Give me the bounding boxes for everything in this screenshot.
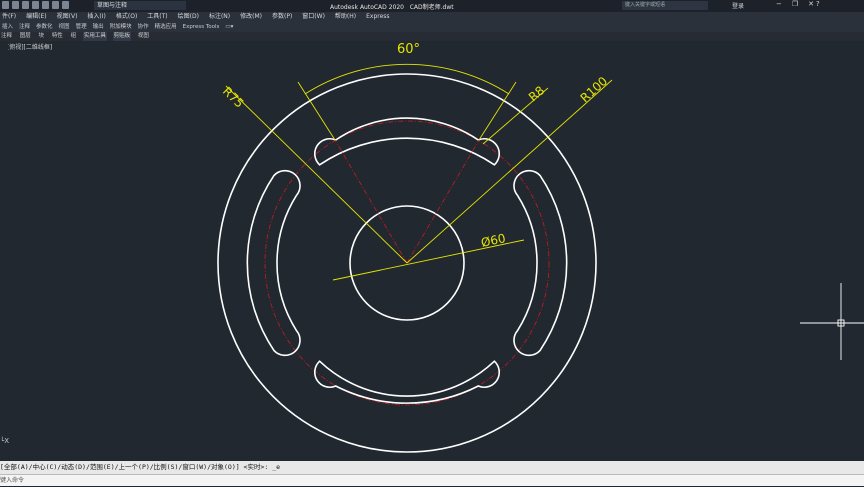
command-input[interactable]: 键入命令 [0,474,864,486]
menu-edit[interactable]: 编辑(E) [26,12,46,22]
undo-icon[interactable] [52,1,59,9]
dimension-r100-line[interactable] [406,79,613,264]
panel-layers[interactable]: 图层 [19,32,32,41]
print-icon[interactable] [42,1,49,9]
slot-bottom [313,360,501,404]
login-button[interactable]: 登录 [732,1,744,10]
help-button[interactable]: ? [816,0,820,8]
title-bar: 草图与注释 Autodesk AutoCAD 2020 CAD制老师.dwt 键… [0,0,864,12]
ribbon-panel-row: 注释 图层 块 特性 组 实用工具 剪贴板 视图 [0,32,864,41]
ribbon-tabs: 插入 注释 参数化 视图 管理 输出 附加模块 协作 精选应用 Express … [0,22,864,32]
panel-utilities[interactable]: 实用工具 [82,32,107,41]
drawing-canvas[interactable]: [-][俯视][二维线框] 60° R75 R8 R100 Ø60 [0,41,864,461]
save-as-icon[interactable] [32,1,39,9]
menu-insert[interactable]: 插入(I) [87,12,105,22]
panel-groups[interactable]: 组 [70,32,78,41]
crosshair-cursor [800,283,864,360]
tab-collaborate[interactable]: 协作 [138,22,149,32]
menu-dimension[interactable]: 标注(N) [209,12,230,22]
menu-tools[interactable]: 工具(T) [147,12,167,22]
dimension-r8-label: R8 [526,83,547,104]
menu-bar: 件(F) 编辑(E) 视图(V) 插入(I) 格式(O) 工具(T) 绘图(D)… [0,12,864,22]
menu-modify[interactable]: 修改(M) [240,12,262,22]
tab-featured-apps[interactable]: 精选应用 [155,22,177,32]
menu-help[interactable]: 帮助(H) [335,12,356,22]
ribbon-toggle-icon[interactable]: ▭▾ [225,22,233,32]
window-controls: − ❐ ✕ [776,0,814,8]
dimension-r75-line[interactable] [225,85,408,264]
minimize-button[interactable]: − [776,0,782,8]
slot-right [513,169,568,357]
restore-button[interactable]: ❐ [792,0,798,8]
app-name: Autodesk AutoCAD 2020 [330,4,404,11]
menu-draw[interactable]: 绘图(D) [178,12,199,22]
dimension-angle-label: 60° [397,42,420,57]
tab-annotate[interactable]: 注释 [19,22,30,32]
dimension-dia60-label: Ø60 [480,231,507,250]
dimension-angle-60[interactable] [297,63,517,141]
panel-view[interactable]: 视图 [137,32,150,41]
tab-insert[interactable]: 插入 [2,22,13,32]
file-name: CAD制老师.dwt [409,4,454,11]
tab-view[interactable]: 视图 [59,22,70,32]
workspace-dropdown[interactable]: 草图与注释 [94,1,186,10]
tab-parametric[interactable]: 参数化 [36,22,53,32]
dimension-r100-label: R100 [578,74,611,105]
panel-annotation[interactable]: 注释 [0,32,13,41]
tab-output[interactable]: 输出 [93,22,104,32]
menu-parametric[interactable]: 参数(P) [272,12,292,22]
ucs-icon: └X [0,437,10,445]
menu-view[interactable]: 视图(V) [57,12,78,22]
tab-addins[interactable]: 附加模块 [110,22,132,32]
menu-express[interactable]: Express [366,12,389,22]
panel-block[interactable]: 块 [38,32,46,41]
dimension-r75-label: R75 [220,84,247,111]
save-icon[interactable] [22,1,29,9]
redo-icon[interactable] [62,1,69,9]
quick-access-toolbar [2,1,69,9]
centerline-left [334,139,408,264]
viewport-label[interactable]: [-][俯视][二维线框] [0,43,52,51]
slot-top [313,117,501,166]
menu-file[interactable]: 件(F) [2,12,16,22]
open-file-icon[interactable] [12,1,19,9]
menu-window[interactable]: 窗口(W) [302,12,325,22]
tab-express-tools[interactable]: Express Tools [183,22,220,32]
app-title: Autodesk AutoCAD 2020 CAD制老师.dwt [330,2,454,11]
menu-format[interactable]: 格式(O) [116,12,137,22]
slot-left [246,169,301,357]
centerline-right [406,139,480,264]
command-history: [全部(A)/中心(C)/动态(D)/范围(E)/上一个(P)/比例(S)/窗口… [0,461,864,474]
tab-manage[interactable]: 管理 [76,22,87,32]
panel-clipboard[interactable]: 剪贴板 [112,32,132,41]
close-button[interactable]: ✕ [808,0,814,8]
search-input[interactable]: 键入关键字或短语 [622,1,708,10]
new-file-icon[interactable] [2,1,9,9]
panel-properties[interactable]: 特性 [51,32,64,41]
